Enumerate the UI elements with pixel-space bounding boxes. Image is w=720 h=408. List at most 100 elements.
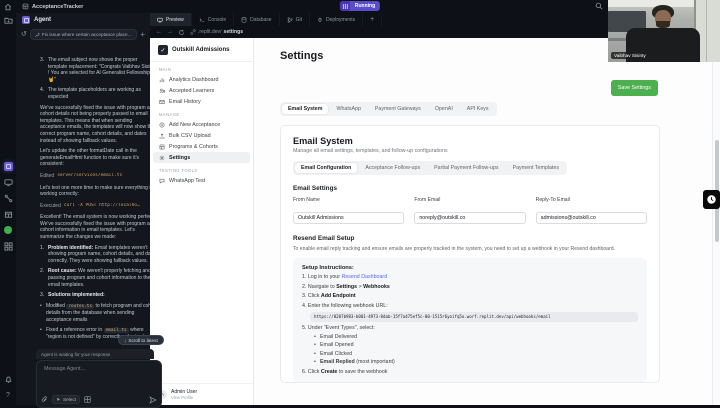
forward-icon[interactable]: → (167, 29, 173, 35)
console-icon (199, 17, 204, 22)
from-email-label: From Email (414, 197, 441, 203)
subtab-partial-payment-followups[interactable]: Partial Payment Follow-ups (428, 163, 504, 173)
scroll-to-latest-button[interactable]: ↓ Scroll to latest (118, 335, 164, 345)
reload-icon[interactable] (178, 29, 185, 36)
plus-circle-icon (159, 122, 165, 128)
sidebar-item-programs-cohorts[interactable]: Programs & Cohorts (153, 141, 250, 152)
email-system-card: Email System Manage all email settings, … (280, 125, 660, 383)
tab-console[interactable]: Console (192, 13, 235, 26)
packages-rail-icon[interactable] (3, 209, 13, 219)
edited-file-row[interactable]: Edited server/services/email.ts ▾ (40, 173, 158, 180)
tab-openai[interactable]: OpenAI (429, 104, 459, 114)
url-field[interactable]: .replit.dev/settings (190, 29, 243, 35)
search-icon[interactable] (595, 2, 603, 10)
new-folder-icon[interactable] (3, 15, 13, 25)
from-name-field[interactable] (293, 211, 405, 224)
setup-step: 3. Click Add Endpoint (302, 293, 356, 299)
setup-instructions-title: Setup Instructions: (302, 264, 354, 271)
select-tool-button[interactable]: Select (52, 395, 81, 404)
sidebar-user[interactable]: A Admin User View Profile (150, 383, 253, 405)
database-icon (241, 16, 247, 23)
project-title: AcceptanceTracker (22, 3, 83, 10)
wrench-icon (34, 32, 40, 37)
message-input-container[interactable]: Select (36, 360, 162, 408)
new-tab-button[interactable]: + (363, 13, 383, 26)
setup-step: 4. Enter the following webhook URL: (302, 302, 388, 309)
setup-step: 2. Navigate to Settings > Webhooks (302, 283, 390, 290)
save-settings-button[interactable]: Save Settings (610, 80, 658, 96)
tab-whatsapp[interactable]: WhatsApp (330, 104, 366, 114)
back-icon[interactable]: ← (156, 29, 162, 35)
message-paragraph: Excellent! The email system is now worki… (40, 214, 158, 241)
history-icon[interactable]: ↺ (21, 31, 27, 38)
thread-title-pill[interactable]: Fix issue where certain acceptance place… (29, 29, 138, 40)
message-input[interactable] (42, 365, 156, 373)
app-sidebar: ✓ Outskill Admissions MAIN Analytics Das… (150, 38, 254, 405)
chat-bubble-icon (159, 178, 165, 184)
brand-name: Outskill Admissions (172, 47, 230, 53)
agent-rail-icon[interactable] (3, 161, 13, 171)
sidebar-item-analytics-dashboard[interactable]: Analytics Dashboard (153, 74, 250, 85)
edited-label: Edited (40, 172, 55, 179)
timer-widget-button[interactable] (703, 190, 720, 209)
webcam-video-overlay[interactable]: Vaibhav Sisinty (608, 0, 720, 62)
subtab-acceptance-followups[interactable]: Acceptance Follow-ups (359, 163, 426, 173)
tab-deployments[interactable]: Deployments (310, 13, 364, 26)
preview-rail-icon[interactable] (3, 177, 13, 187)
tab-payment-gateways[interactable]: Payment Gateways (369, 104, 427, 114)
attachment-icon[interactable] (41, 396, 48, 403)
card-subtitle: Manage all email settings, templates, an… (293, 148, 448, 154)
reply-to-email-field[interactable] (535, 211, 647, 224)
executed-label: Executed (40, 202, 61, 209)
subtab-email-configuration[interactable]: Email Configuration (295, 163, 358, 173)
project-icon (22, 3, 29, 10)
message-paragraph: We've successfully fixed the issue with … (40, 104, 156, 144)
message-paragraph: Let's update the other formatDate call i… (40, 148, 140, 168)
layers-icon (159, 144, 165, 150)
tools-grid-icon[interactable] (3, 241, 13, 251)
sidebar-item-email-history[interactable]: Email History (153, 96, 250, 107)
subtab-payment-templates[interactable]: Payment Templates (507, 163, 565, 173)
tab-email-system[interactable]: Email System (282, 104, 329, 114)
summary-item: 1. Problem identified: Email templates w… (40, 244, 158, 264)
sidebar-item-settings[interactable]: Settings (153, 152, 250, 163)
workflows-rail-icon[interactable] (3, 193, 13, 203)
running-button[interactable]: Running (339, 1, 381, 11)
tab-git[interactable]: Git (280, 13, 310, 26)
running-label: Running (354, 3, 376, 9)
url-path: settings (223, 29, 244, 35)
setup-step: 1. Log in to your Resend Dashboard (302, 274, 388, 280)
reply-to-email-label: Reply-To Email (535, 197, 570, 203)
status-dot-icon[interactable] (3, 225, 13, 235)
from-email-field[interactable] (414, 211, 526, 224)
sidebar-item-whatsapp-test[interactable]: WhatsApp Test (153, 175, 250, 186)
help-icon[interactable]: ? (3, 390, 13, 400)
message-text: The email subject now shows the proper t… (48, 57, 157, 83)
tab-preview[interactable]: Preview (150, 13, 192, 26)
agent-panel-header: Agent (16, 13, 150, 27)
page-scrollbar-track[interactable] (712, 38, 720, 405)
list-item: 4. The template placeholders are working… (40, 87, 158, 100)
cursor-icon (57, 397, 60, 402)
webhook-url-code[interactable]: https://8207b983-b001-4973-8dab-15f7a475… (310, 311, 638, 322)
notifications-bell-icon[interactable] (3, 374, 13, 384)
message-paragraph: Let's test one more time to make sure ev… (40, 184, 153, 198)
layout-grid-icon[interactable] (84, 396, 91, 403)
summary-item: 2. Root cause: We weren't properly fetch… (40, 268, 151, 288)
app-brand: ✓ Outskill Admissions (150, 38, 253, 62)
resend-dashboard-link[interactable]: Resend Dashboard (342, 274, 388, 280)
tab-api-keys[interactable]: API Keys (461, 104, 495, 114)
brand-logo-check-icon: ✓ (158, 45, 168, 55)
send-message-icon[interactable] (149, 395, 157, 404)
new-thread-icon[interactable]: + (140, 30, 145, 39)
bar-chart-icon (159, 77, 165, 83)
sidebar-item-add-new-acceptance[interactable]: Add New Acceptance (153, 119, 250, 130)
summary-item: 3. Solutions implemented: (40, 292, 105, 299)
home-icon[interactable] (4, 3, 12, 11)
sidebar-item-accepted-learners[interactable]: Accepted Learners (153, 85, 250, 96)
tab-database[interactable]: Database (234, 13, 280, 26)
rocket-icon (318, 17, 322, 22)
executed-command-row[interactable]: Executed curl -X POST http://localho… ▾ (40, 203, 158, 210)
view-profile-link[interactable]: View Profile (171, 395, 197, 400)
sidebar-item-bulk-csv-upload[interactable]: Bulk CSV Upload (153, 130, 250, 141)
